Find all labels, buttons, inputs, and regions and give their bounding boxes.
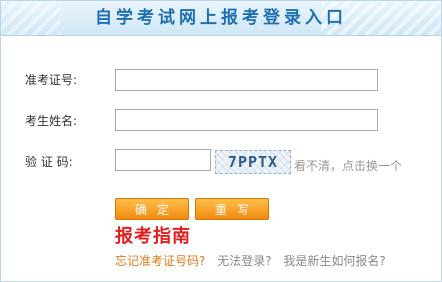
confirm-button[interactable]: 确定 [115, 198, 189, 220]
captcha-input[interactable] [115, 149, 211, 171]
captcha-refresh-hint[interactable]: 看不清，点击换一个 [294, 157, 402, 174]
ticket-number-label: 准考证号: [25, 73, 78, 87]
candidate-name-label: 考生姓名: [25, 114, 78, 128]
cannot-login-link[interactable]: 无法登录? [217, 254, 271, 268]
reset-button[interactable]: 重写 [195, 198, 269, 220]
login-panel: 自学考试网上报考登录入口 准考证号: 考生姓名: 验 证 码: 7PPTX 看不… [0, 0, 442, 282]
forgot-ticket-link[interactable]: 忘记准考证号码? [115, 254, 205, 268]
page-title: 自学考试网上报考登录入口 [95, 8, 347, 28]
exam-guide-link[interactable]: 报考指南 [115, 222, 191, 248]
captcha-image[interactable]: 7PPTX [215, 150, 291, 174]
new-student-link[interactable]: 我是新生如何报名? [283, 254, 385, 268]
candidate-name-input[interactable] [115, 109, 378, 131]
ticket-number-input[interactable] [115, 69, 378, 91]
captcha-code: 7PPTX [227, 153, 279, 171]
captcha-label: 验 证 码: [25, 155, 73, 169]
help-links: 忘记准考证号码? 无法登录? 我是新生如何报名? [115, 252, 394, 269]
header-bar: 自学考试网上报考登录入口 [1, 1, 441, 36]
